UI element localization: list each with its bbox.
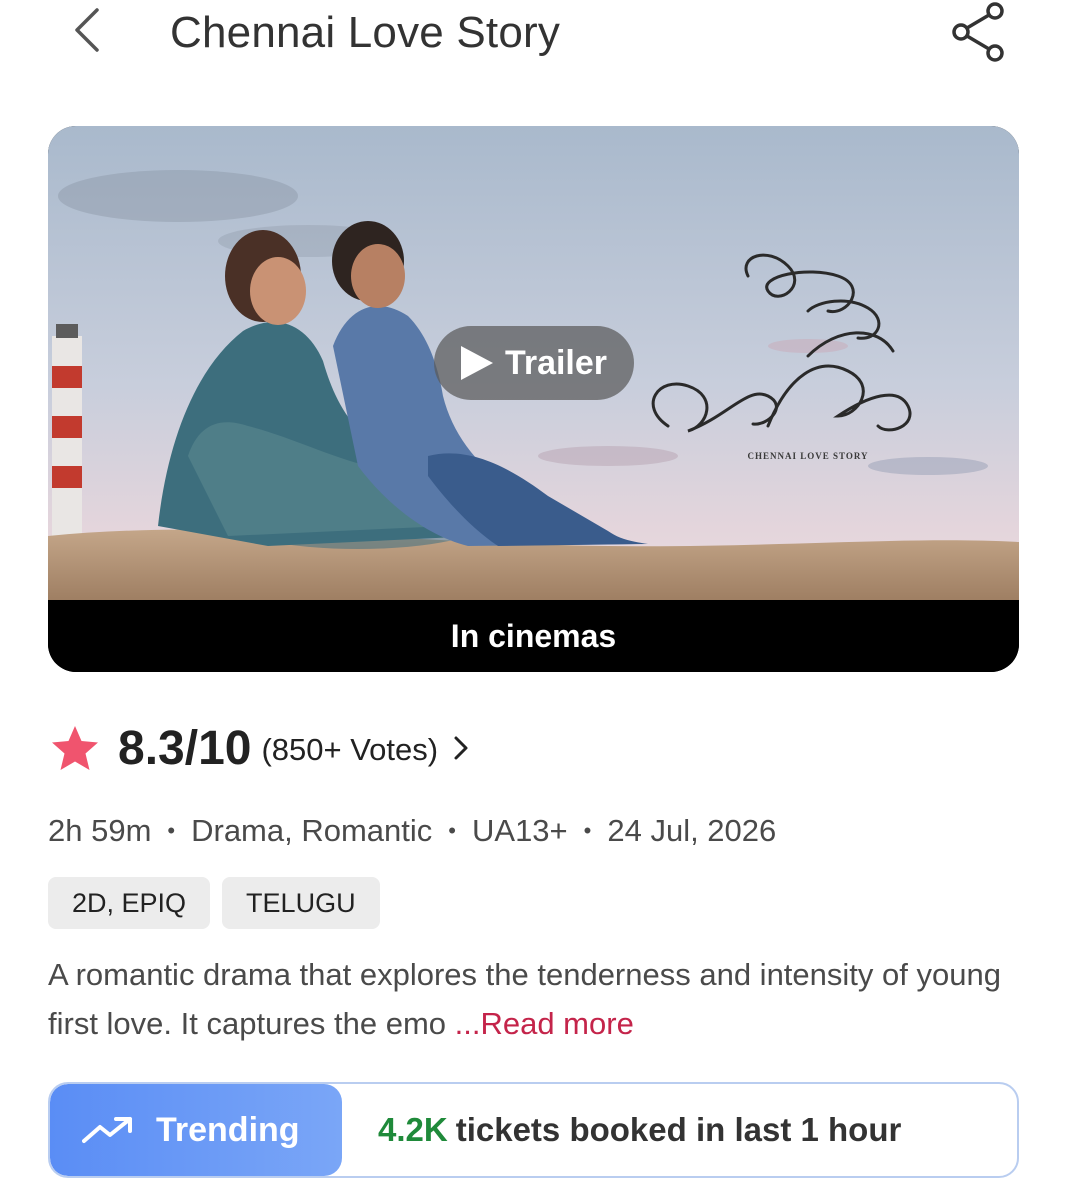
format-language-tags: 2D, EPIQ TELUGU [48, 877, 380, 929]
duration: 2h 59m [48, 813, 152, 848]
page-title: Chennai Love Story [170, 8, 561, 57]
movie-banner[interactable]: CHENNAI LOVE STORY Trailer In cinemas [48, 126, 1019, 672]
trending-label: Trending [156, 1110, 300, 1149]
poster-title: CHENNAI LOVE STORY [747, 451, 868, 461]
separator-dot: • [583, 818, 592, 843]
top-bar: Chennai Love Story [0, 0, 1067, 70]
back-button[interactable] [62, 6, 110, 54]
release-date: 24 Jul, 2026 [607, 813, 777, 848]
certificate: UA13+ [472, 813, 568, 848]
play-icon [460, 346, 493, 380]
release-status-bar: In cinemas [48, 600, 1019, 672]
rating-votes: (850+ Votes) [261, 732, 439, 767]
star-icon [52, 726, 98, 770]
language-tag: TELUGU [222, 877, 380, 929]
read-more-link[interactable]: ...Read more [455, 1006, 634, 1041]
share-button[interactable] [946, 0, 1014, 64]
genres: Drama, Romantic [191, 813, 433, 848]
rating-row[interactable]: 8.3/10 (850+ Votes) [50, 718, 470, 778]
format-tag: 2D, EPIQ [48, 877, 211, 929]
trailer-button[interactable]: Trailer [434, 326, 634, 400]
tickets-text: tickets booked in last 1 hour [455, 1111, 902, 1148]
chevron-right-icon [454, 736, 468, 760]
rating-score: 8.3/10 [118, 721, 252, 775]
movie-meta: 2h 59m • Drama, Romantic • UA13+ • 24 Ju… [48, 808, 776, 854]
separator-dot: • [167, 818, 176, 843]
trending-stats: 4.2K tickets booked in last 1 hour [342, 1084, 901, 1176]
tickets-count: 4.2K [378, 1111, 448, 1148]
separator-dot: • [448, 818, 456, 843]
trending-badge: Trending [50, 1084, 342, 1176]
trending-banner: Trending 4.2K tickets booked in last 1 h… [48, 1082, 1019, 1178]
trailer-label: Trailer [504, 343, 608, 382]
chevron-left-icon [75, 8, 99, 52]
share-icon [952, 2, 1004, 62]
movie-description: A romantic drama that explores the tende… [48, 950, 1028, 1048]
trending-up-icon [82, 1117, 132, 1143]
